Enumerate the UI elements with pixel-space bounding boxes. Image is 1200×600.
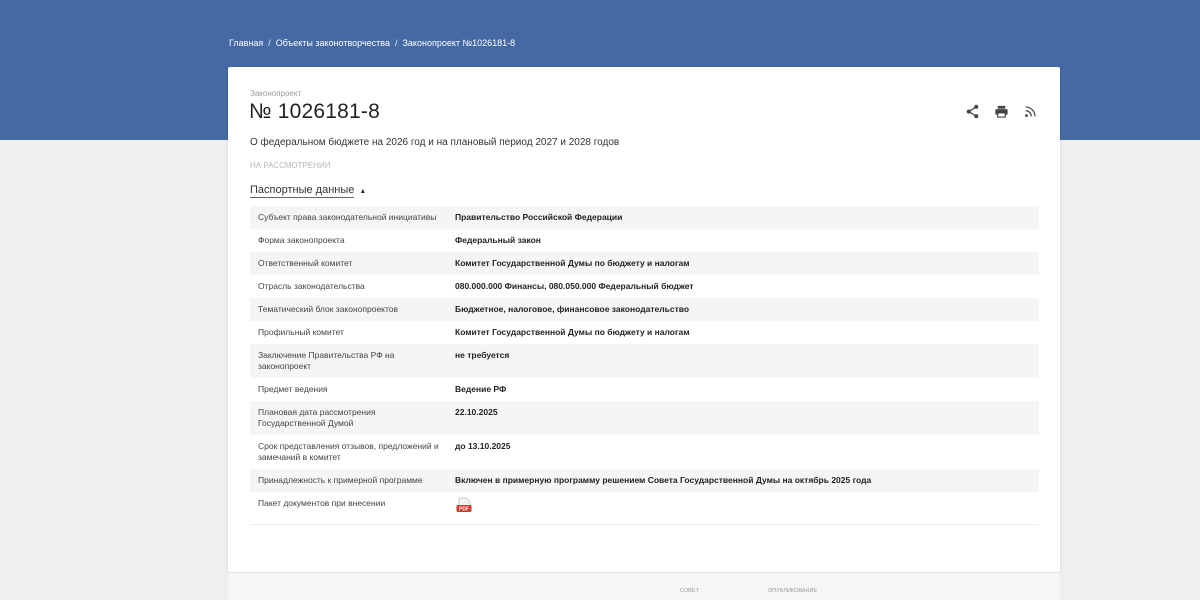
rss-icon	[1024, 105, 1036, 117]
breadcrumb-home-link[interactable]: Главная	[229, 38, 263, 48]
passport-value: Ведение РФ	[455, 384, 507, 394]
passport-key: Отрасль законодательства	[258, 281, 365, 291]
bill-card: Законопроект № 1026181-8 О федеральном б…	[228, 67, 1060, 572]
pdf-download-icon[interactable]: PDF	[455, 497, 473, 515]
passport-value: 080.000.000 Финансы, 080.050.000 Федерал…	[455, 281, 694, 291]
action-bar	[964, 103, 1038, 119]
passport-value: не требуется	[455, 350, 510, 360]
caret-up-icon: ▲	[359, 187, 367, 195]
footer-strip: СОВЕТ ОПУБЛИКОВАНИЕ	[228, 572, 1060, 600]
passport-key: Тематический блок законопроектов	[258, 304, 399, 314]
passport-key: Заключение Правительства РФ на законопро…	[258, 350, 395, 371]
passport-key: Пакет документов при внесении	[258, 498, 386, 508]
status-badge: НА РАССМОТРЕНИИ	[250, 161, 331, 170]
print-icon	[994, 105, 1008, 118]
passport-row: Форма законопроекта Федеральный закон	[250, 229, 1039, 252]
passport-value: Включен в примерную программу решением С…	[455, 475, 872, 485]
passport-key: Профильный комитет	[258, 327, 344, 337]
passport-row: Субъект права законодательной инициативы…	[250, 206, 1039, 229]
passport-row: Отрасль законодательства 080.000.000 Фин…	[250, 275, 1039, 298]
passport-key: Плановая дата рассмотрения Государственн…	[258, 407, 376, 428]
breadcrumb-separator: /	[268, 38, 271, 48]
passport-row: Профильный комитет Комитет Государственн…	[250, 321, 1039, 344]
passport-key: Срок представления отзывов, предложений …	[258, 441, 439, 462]
breadcrumb-objects-link[interactable]: Объекты законотворчества	[276, 38, 390, 48]
share-button[interactable]	[964, 103, 980, 119]
passport-value: Комитет Государственной Думы по бюджету …	[455, 258, 690, 268]
passport-key: Предмет ведения	[258, 384, 328, 394]
footer-logo-publication[interactable]: ОПУБЛИКОВАНИЕ	[768, 588, 817, 594]
print-button[interactable]	[993, 103, 1009, 119]
breadcrumb: Главная / Объекты законотворчества / Законоп…	[229, 38, 515, 48]
passport-table: Субъект права законодательной инициативы…	[250, 206, 1039, 525]
passport-row: Принадлежность к примерной программе Вкл…	[250, 469, 1039, 492]
passport-value: Федеральный закон	[455, 235, 541, 245]
passport-row: Пакет документов при внесении PDF	[250, 492, 1039, 524]
rss-button[interactable]	[1022, 103, 1038, 119]
passport-value: Комитет Государственной Думы по бюджету …	[455, 327, 690, 337]
footer-logo-sovet[interactable]: СОВЕТ	[680, 588, 699, 594]
passport-value-documents: PDF	[447, 492, 1039, 524]
passport-row: Заключение Правительства РФ на законопро…	[250, 344, 1039, 378]
passport-value: Правительство Российской Федерации	[455, 212, 623, 222]
share-icon	[966, 104, 978, 118]
bill-number: № 1026181-8	[249, 100, 380, 123]
svg-text:PDF: PDF	[459, 507, 469, 513]
passport-row: Предмет ведения Ведение РФ	[250, 378, 1039, 401]
passport-key: Форма законопроекта	[258, 235, 345, 245]
passport-value: до 13.10.2025	[455, 441, 511, 451]
passport-row: Ответственный комитет Комитет Государств…	[250, 252, 1039, 275]
passport-row: Тематический блок законопроектов Бюджетн…	[250, 298, 1039, 321]
passport-key: Ответственный комитет	[258, 258, 353, 268]
passport-row: Плановая дата рассмотрения Государственн…	[250, 401, 1039, 435]
bill-kicker: Законопроект	[250, 89, 302, 98]
passport-row: Срок представления отзывов, предложений …	[250, 435, 1039, 469]
passport-value: 22.10.2025	[455, 407, 498, 417]
breadcrumb-separator: /	[394, 38, 398, 48]
passport-value: Бюджетное, налоговое, финансовое законод…	[455, 304, 690, 314]
breadcrumb-current: Законопроект №1026181-8	[402, 38, 516, 48]
passport-toggle[interactable]: Паспортные данные ▲	[250, 184, 366, 198]
passport-key: Принадлежность к примерной программе	[258, 475, 423, 485]
passport-toggle-label: Паспортные данные	[250, 184, 355, 198]
bill-title: О федеральном бюджете на 2026 год и на п…	[250, 137, 620, 148]
passport-key: Субъект права законодательной инициативы	[258, 212, 437, 222]
